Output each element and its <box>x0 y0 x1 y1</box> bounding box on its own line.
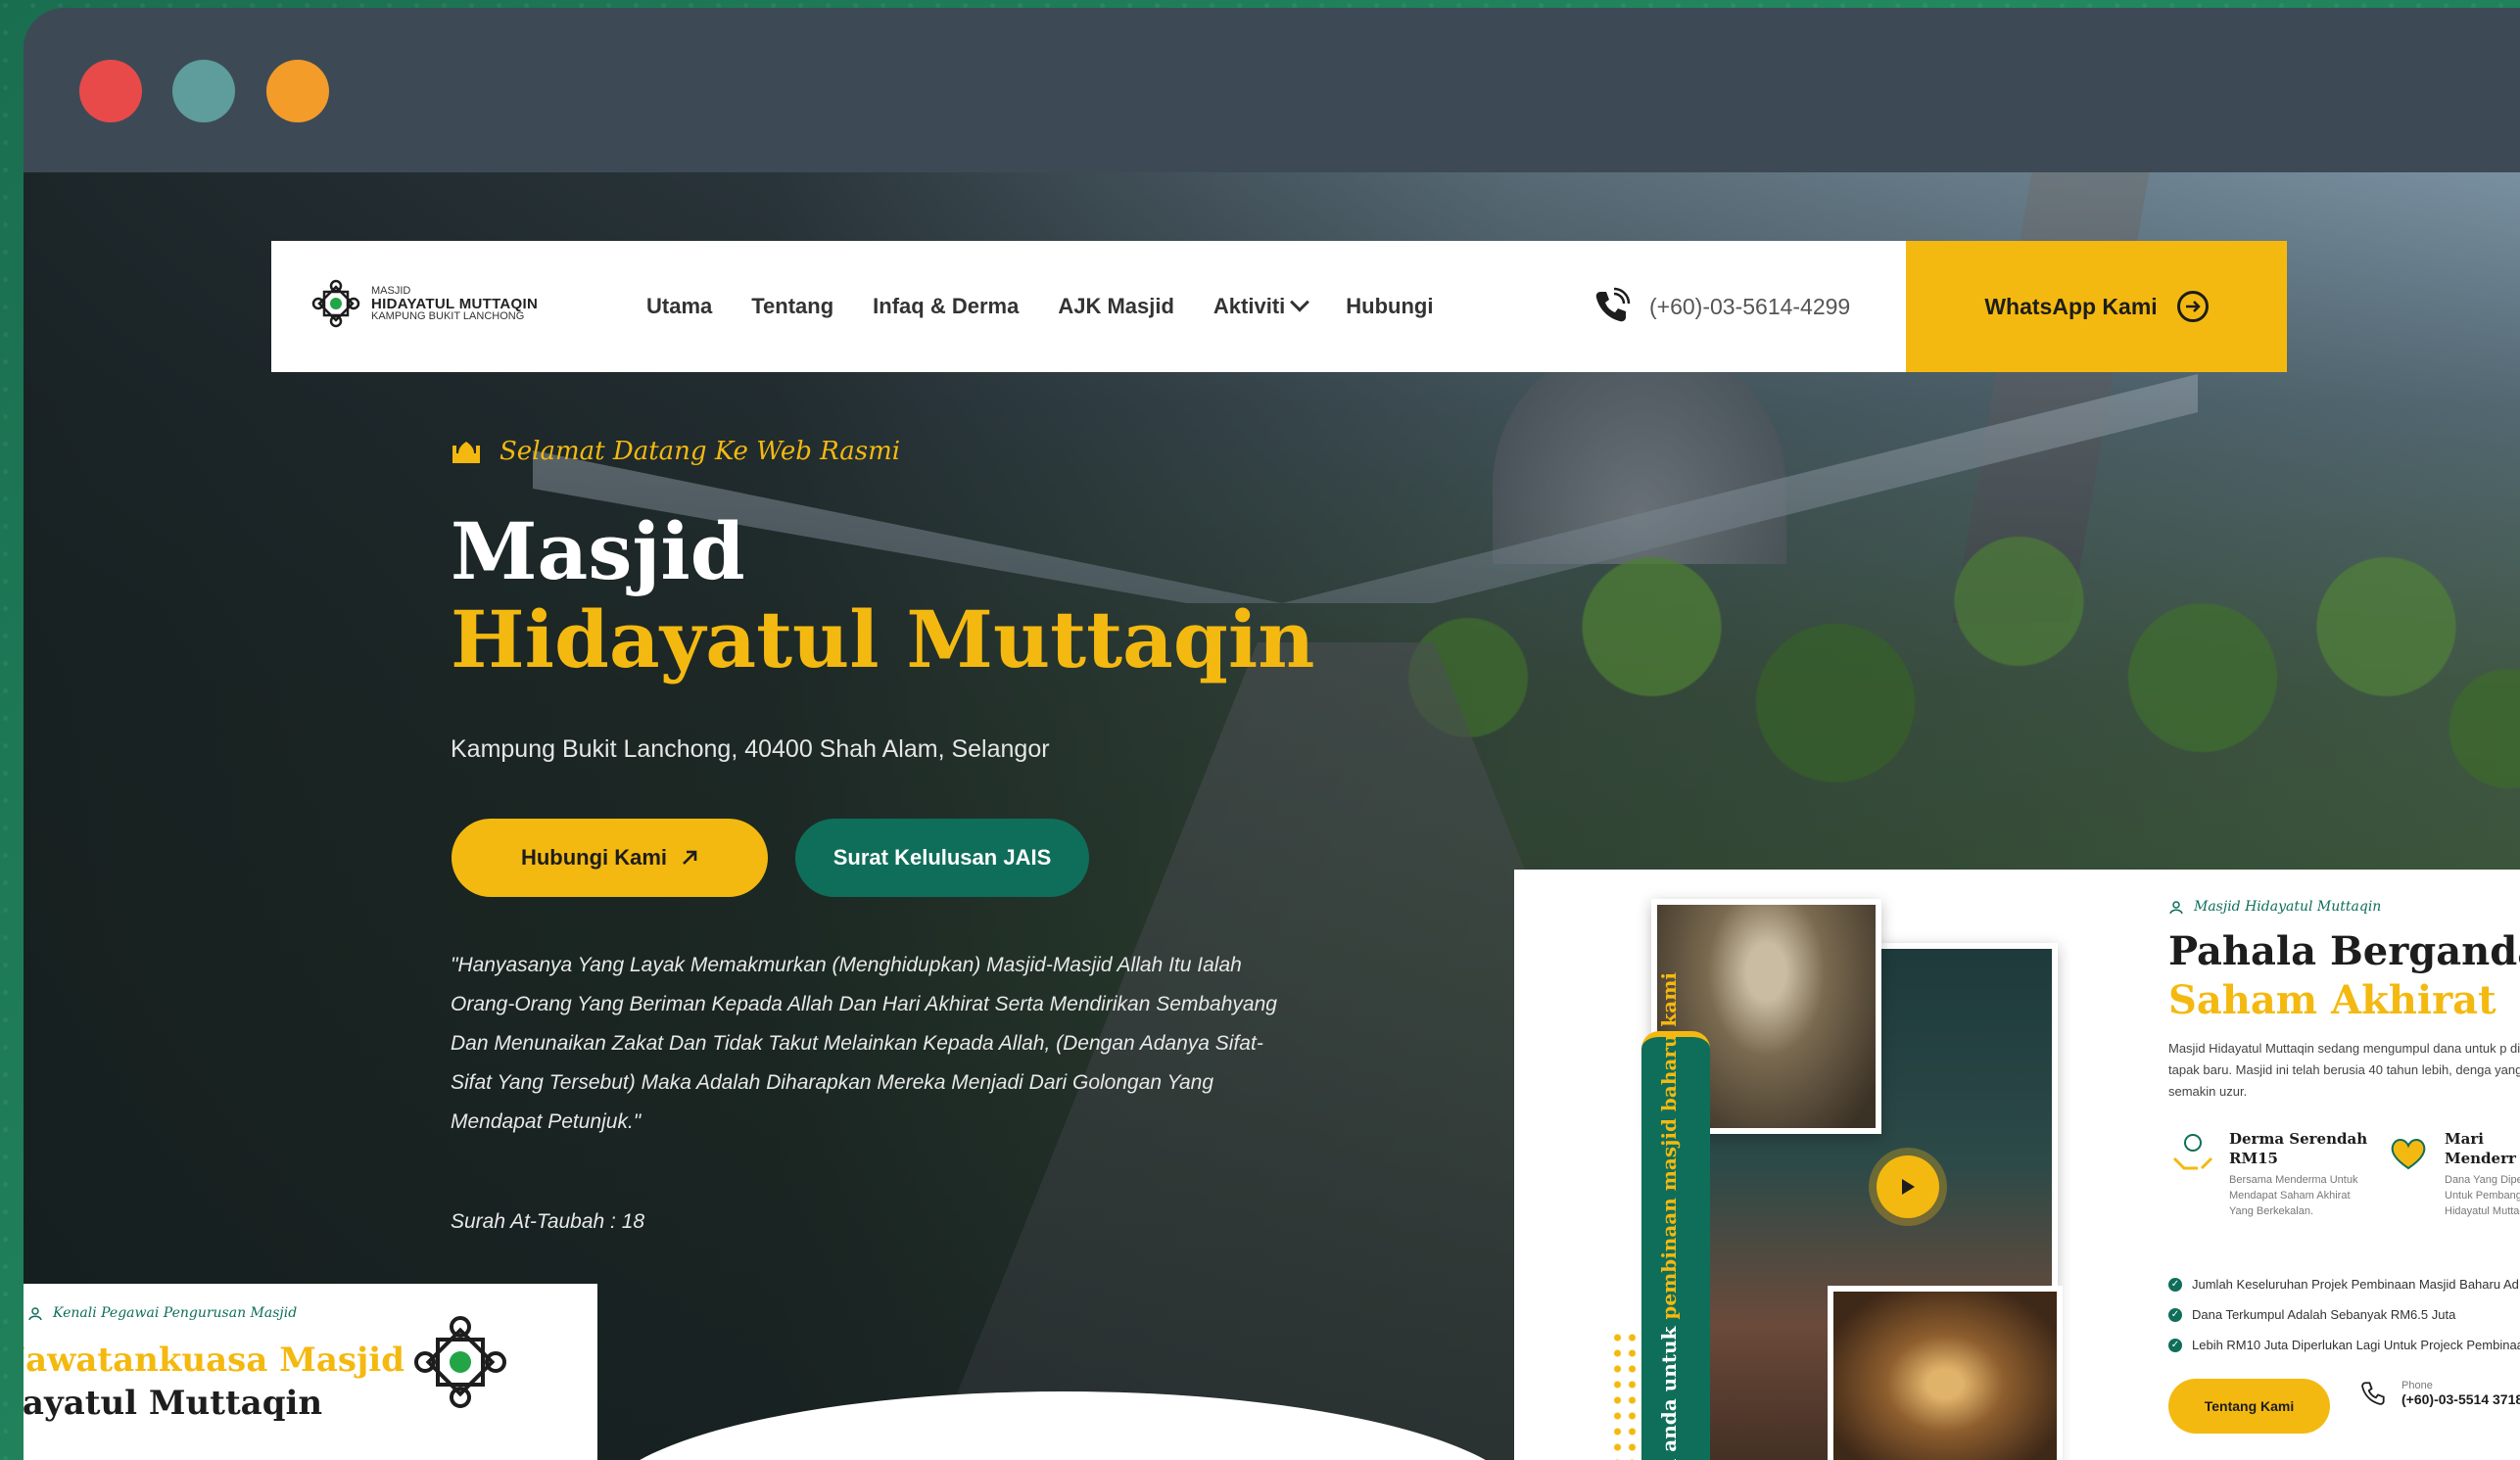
donation-facts-list: ✓ Jumlah Keseluruhan Projek Pembinaan Mas… <box>2168 1269 2520 1360</box>
chevron-down-icon <box>1290 292 1310 312</box>
donation-phone[interactable]: Phone (+60)-03-5514 3718 <box>2358 1379 2520 1408</box>
surat-kelulusan-button[interactable]: Surat Kelulusan JAIS <box>795 819 1089 897</box>
welcome-tagline: Selamat Datang Ke Web Rasmi <box>451 437 900 466</box>
play-icon <box>1902 1179 1915 1195</box>
committee-kicker-text: Kenali Pegawai Pengurusan Masjid <box>53 1305 298 1321</box>
hero-address: Kampung Bukit Lanchong, 40400 Shah Alam,… <box>451 735 1050 763</box>
close-button[interactable] <box>79 60 142 122</box>
site-logo[interactable]: MASJID HIDAYATUL MUTTAQIN KAMPUNG BUKIT … <box>310 278 538 329</box>
donation-kicker-text: Masjid Hidayatul Muttaqin <box>2194 899 2382 915</box>
nav-link-aktiviti-label: Aktiviti <box>1212 294 1286 318</box>
committee-preview-card[interactable]: Kenali Pegawai Pengurusan Masjid Jawatan… <box>24 1284 597 1460</box>
nav-link-utama[interactable]: Utama <box>646 294 712 319</box>
arrow-right-icon <box>2176 291 2209 322</box>
tentang-kami-button[interactable]: Tentang Kami <box>2168 1379 2330 1434</box>
feature-mari-menderma: Mari Menderr Dana Yang Diperol Untuk Pem… <box>2384 1129 2520 1219</box>
minimize-button[interactable] <box>172 60 235 122</box>
vertical-banner: a anda untuk pembinaan masjid baharu kam… <box>1641 972 1710 1460</box>
window-titlebar <box>24 8 2520 172</box>
nav-phone[interactable]: (+60)-03-5614-4299 <box>1591 241 1850 372</box>
whatsapp-button[interactable]: WhatsApp Kami <box>1906 241 2287 372</box>
mosque-hall-photo <box>1828 1286 2063 1460</box>
nav-link-tentang[interactable]: Tentang <box>751 294 833 319</box>
nav-link-hubungi[interactable]: Hubungi <box>1346 294 1433 319</box>
heart-hands-icon <box>2391 1139 2426 1170</box>
hubungi-kami-button[interactable]: Hubungi Kami <box>452 819 768 897</box>
feature-derma-title: Derma Serendah RM15 <box>2229 1130 2368 1167</box>
arrow-up-right-icon <box>683 850 697 865</box>
donation-description: Masjid Hidayatul Muttaqin sedang mengump… <box>2168 1041 2520 1099</box>
donation-phone-label: Phone <box>2401 1380 2433 1391</box>
mosque-icon <box>452 442 480 463</box>
donation-preview-card[interactable]: a anda untuk pembinaan masjid baharu kam… <box>1514 870 2520 1460</box>
maximize-button[interactable] <box>266 60 329 122</box>
list-item: ✓ Lebih RM10 Juta Diperlukan Lagi Untuk P… <box>2168 1330 2520 1360</box>
phone-icon <box>1595 287 1631 322</box>
feature-mari-desc: Dana Yang Diperol Untuk Pembangun Hidaya… <box>2445 1174 2520 1217</box>
user-icon <box>2169 901 2183 915</box>
mosque-emblem-icon <box>311 279 360 328</box>
check-icon: ✓ <box>2168 1277 2182 1292</box>
feature-derma-desc: Bersama Menderma Untuk Mendapat Saham Ak… <box>2229 1174 2358 1217</box>
donation-phone-value: (+60)-03-5514 3718 <box>2401 1391 2520 1407</box>
quote-source: Surah At-Taubah : 18 <box>451 1210 645 1233</box>
page-viewport: MASJID HIDAYATUL MUTTAQIN KAMPUNG BUKIT … <box>24 172 2520 1460</box>
nav-menu: Utama Tentang Infaq & Derma AJK Masjid A… <box>646 241 1433 372</box>
play-video-button[interactable] <box>1877 1155 1939 1218</box>
logo-line1: MASJID <box>371 284 411 297</box>
donation-kicker: Masjid Hidayatul Muttaqin <box>2168 899 2381 915</box>
feature-mari-title: Mari Menderr <box>2445 1130 2516 1167</box>
logo-line3: KAMPUNG BUKIT LANCHONG <box>371 309 525 322</box>
list-item: ✓ Dana Terkumpul Adalah Sebanyak RM6.5 Ju… <box>2168 1299 2520 1330</box>
committee-title-line2: layatul Muttaqin <box>24 1384 323 1423</box>
donation-title-line1: Pahala Berganda Ur <box>2168 928 2520 974</box>
nav-link-infaq-derma[interactable]: Infaq & Derma <box>873 294 1019 319</box>
feature-derma: Derma Serendah RM15 Bersama Menderma Unt… <box>2168 1129 2376 1219</box>
donation-title-line2: Saham Akhirat <box>2168 977 2496 1023</box>
mosque-emblem-icon <box>414 1316 506 1408</box>
whatsapp-button-label: WhatsApp Kami <box>1984 293 2158 319</box>
check-icon: ✓ <box>2168 1338 2182 1352</box>
browser-window: MASJID HIDAYATUL MUTTAQIN KAMPUNG BUKIT … <box>24 8 2520 1460</box>
list-item: ✓ Jumlah Keseluruhan Projek Pembinaan Mas… <box>2168 1269 2520 1299</box>
committee-kicker: Kenali Pegawai Pengurusan Masjid <box>27 1305 297 1321</box>
logo-line2: HIDAYATUL MUTTAQIN <box>371 295 539 312</box>
hero-quote: "Hanyasanya Yang Layak Memakmurkan (Meng… <box>451 954 1277 1133</box>
site-navbar: MASJID HIDAYATUL MUTTAQIN KAMPUNG BUKIT … <box>271 241 2287 372</box>
nav-link-ajk-masjid[interactable]: AJK Masjid <box>1058 294 1174 319</box>
nav-phone-number: (+60)-03-5614-4299 <box>1649 293 1851 319</box>
hero-title-line2: Hidayatul Muttaqin <box>451 593 1315 685</box>
nav-link-aktiviti[interactable]: Aktiviti <box>1212 292 1310 319</box>
user-icon <box>28 1307 42 1321</box>
hero-title-line1: Masjid <box>451 505 745 597</box>
hands-donate-icon <box>2172 1134 2213 1170</box>
welcome-text: Selamat Datang Ke Web Rasmi <box>499 437 901 466</box>
check-icon: ✓ <box>2168 1307 2182 1322</box>
hubungi-kami-label: Hubungi Kami <box>520 845 668 870</box>
committee-title-line1: Jawatankuasa Masjid <box>24 1341 404 1380</box>
decorative-dots <box>1610 1330 1640 1460</box>
phone-icon <box>2361 1382 2385 1405</box>
vertical-banner-text: a anda untuk pembinaan masjid baharu kam… <box>1657 972 1681 1460</box>
